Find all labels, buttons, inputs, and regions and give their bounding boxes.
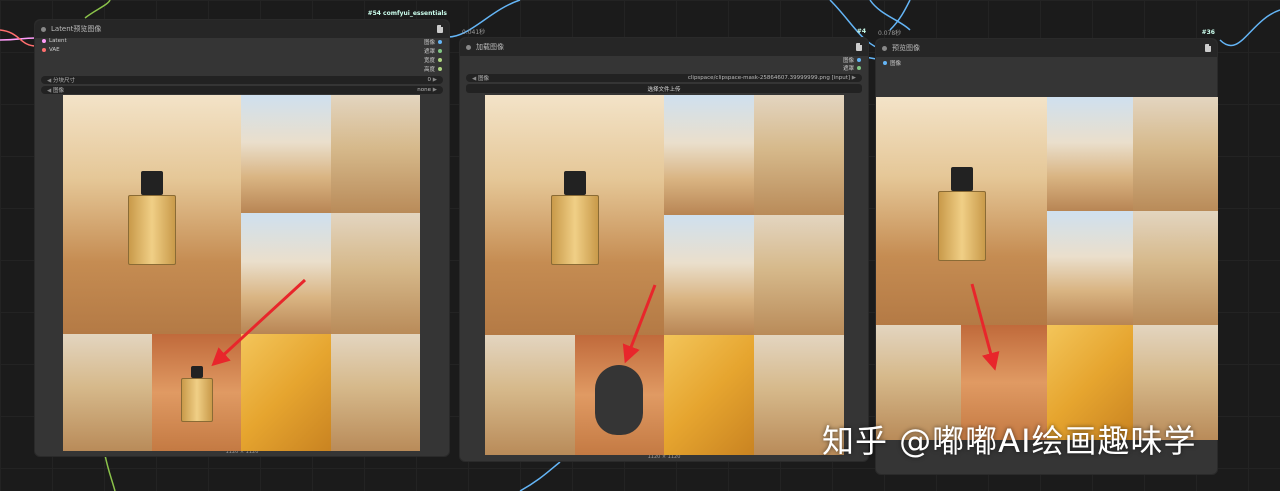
output-slot-image[interactable]: 图像 — [843, 56, 864, 64]
widget-label: 图像 — [477, 76, 489, 82]
node-header[interactable]: 预览图像 — [876, 39, 1217, 57]
node-id-badge: #54 comfyui_essentials — [367, 10, 447, 17]
increment-arrow-icon[interactable]: ▶ — [433, 87, 437, 93]
perfume-desert-tile — [485, 95, 664, 335]
widget-label: 分块尺寸 — [52, 78, 75, 84]
decrement-arrow-icon[interactable]: ◀ — [472, 76, 476, 82]
output-slot-height[interactable]: 高度 — [424, 65, 445, 73]
candle-oasis-tile — [63, 334, 152, 451]
upload-file-button[interactable]: 选择文件上传 — [466, 84, 862, 93]
output-label: 遮罩 — [423, 49, 435, 55]
spray-can-tile — [241, 334, 331, 451]
spray-can-tile — [664, 335, 754, 455]
serum-bottle-tile — [331, 213, 420, 334]
perfume-desert-tile — [63, 95, 241, 334]
output-slot-image[interactable]: 图像 — [424, 38, 445, 46]
headphones-desert-tile — [331, 95, 420, 213]
sun-bottle-tile — [664, 215, 754, 335]
width-slot-dot-icon[interactable] — [438, 58, 442, 62]
candle-oasis-tile — [485, 335, 575, 455]
perfume-desert-tile — [876, 97, 1047, 325]
height-slot-dot-icon[interactable] — [438, 67, 442, 71]
node-id-badge: #36 — [1201, 29, 1215, 36]
decrement-arrow-icon[interactable]: ◀ — [47, 78, 51, 84]
headphones-desert-tile — [1133, 97, 1218, 211]
mask-slot-dot-icon[interactable] — [857, 66, 861, 70]
loaded-image-collage — [485, 95, 844, 455]
output-slot-mask[interactable]: 遮罩 — [424, 47, 445, 55]
collapse-dot-icon[interactable] — [882, 45, 887, 51]
node-title: 加载图像 — [476, 43, 504, 51]
increment-arrow-icon[interactable]: ▶ — [433, 77, 437, 83]
input-slot-image[interactable]: 图像 — [880, 59, 901, 67]
image-slot-dot-icon[interactable] — [883, 61, 887, 65]
latent-slot-dot-icon[interactable] — [42, 39, 46, 43]
white-device-tile — [331, 334, 420, 451]
widget-value: none — [417, 87, 432, 93]
widget-label: 图像 — [52, 88, 64, 94]
vae-slot-dot-icon[interactable] — [42, 48, 46, 52]
output-label: 高度 — [423, 67, 435, 73]
widget-value: 0 — [427, 77, 432, 83]
collapse-dot-icon[interactable] — [41, 26, 46, 32]
headphones-desert-tile — [754, 95, 844, 215]
sun-bottle-tile — [1047, 211, 1133, 325]
image-file-widget[interactable]: ◀ 图像 clipspace/clipspace-mask-25864607.3… — [466, 74, 862, 82]
tile-size-widget[interactable]: ◀ 分块尺寸 0 ▶ — [41, 76, 443, 84]
fan-desert-tile — [241, 95, 331, 213]
input-label: 图像 — [890, 61, 902, 67]
small-perfume-tile — [152, 334, 241, 451]
watermark-text: 知乎 @嘟嘟AI绘画趣味学 — [822, 422, 1197, 460]
input-slot-latent[interactable]: Latent — [39, 38, 67, 44]
input-slot-vae[interactable]: VAE — [39, 47, 60, 53]
node-header[interactable]: 加载图像 — [460, 38, 868, 56]
fan-desert-tile — [664, 95, 754, 215]
output-label: 宽度 — [423, 58, 435, 64]
image-slot-dot-icon[interactable] — [857, 58, 861, 62]
node-title: Latent预览图像 — [51, 25, 102, 33]
increment-arrow-icon[interactable]: ▶ — [852, 75, 856, 81]
node-id-badge: #4 — [856, 28, 866, 35]
masked-tile — [575, 335, 664, 455]
output-label: 图像 — [842, 58, 854, 64]
mask-blob — [595, 365, 643, 435]
collapse-dot-icon[interactable] — [466, 44, 471, 50]
output-slot-width[interactable]: 宽度 — [424, 56, 445, 64]
output-label: 遮罩 — [842, 66, 854, 72]
document-icon[interactable] — [856, 43, 862, 51]
execution-time: 0.078秒 — [878, 30, 902, 37]
output-label: 图像 — [423, 40, 435, 46]
sun-bottle-tile — [241, 213, 331, 334]
preview-image-collage — [63, 95, 420, 451]
output-slot-mask[interactable]: 遮罩 — [843, 64, 864, 72]
serum-bottle-tile — [754, 215, 844, 335]
mask-slot-dot-icon[interactable] — [438, 49, 442, 53]
decrement-arrow-icon[interactable]: ◀ — [47, 88, 51, 94]
fan-desert-tile — [1047, 97, 1133, 211]
node-title: 预览图像 — [892, 44, 920, 52]
input-label: Latent — [49, 38, 67, 44]
image-slot-dot-icon[interactable] — [438, 40, 442, 44]
output-image-collage — [876, 97, 1218, 440]
widget-value: clipspace/clipspace-mask-25864607.399999… — [687, 75, 851, 81]
serum-bottle-tile — [1133, 211, 1218, 325]
node-header[interactable]: Latent预览图像 — [35, 20, 449, 38]
document-icon[interactable] — [1205, 44, 1211, 52]
document-icon[interactable] — [437, 25, 443, 33]
image-select-widget[interactable]: ◀ 图像 none ▶ — [41, 86, 443, 94]
execution-time: 0.041秒 — [462, 29, 486, 36]
input-label: VAE — [49, 47, 60, 53]
